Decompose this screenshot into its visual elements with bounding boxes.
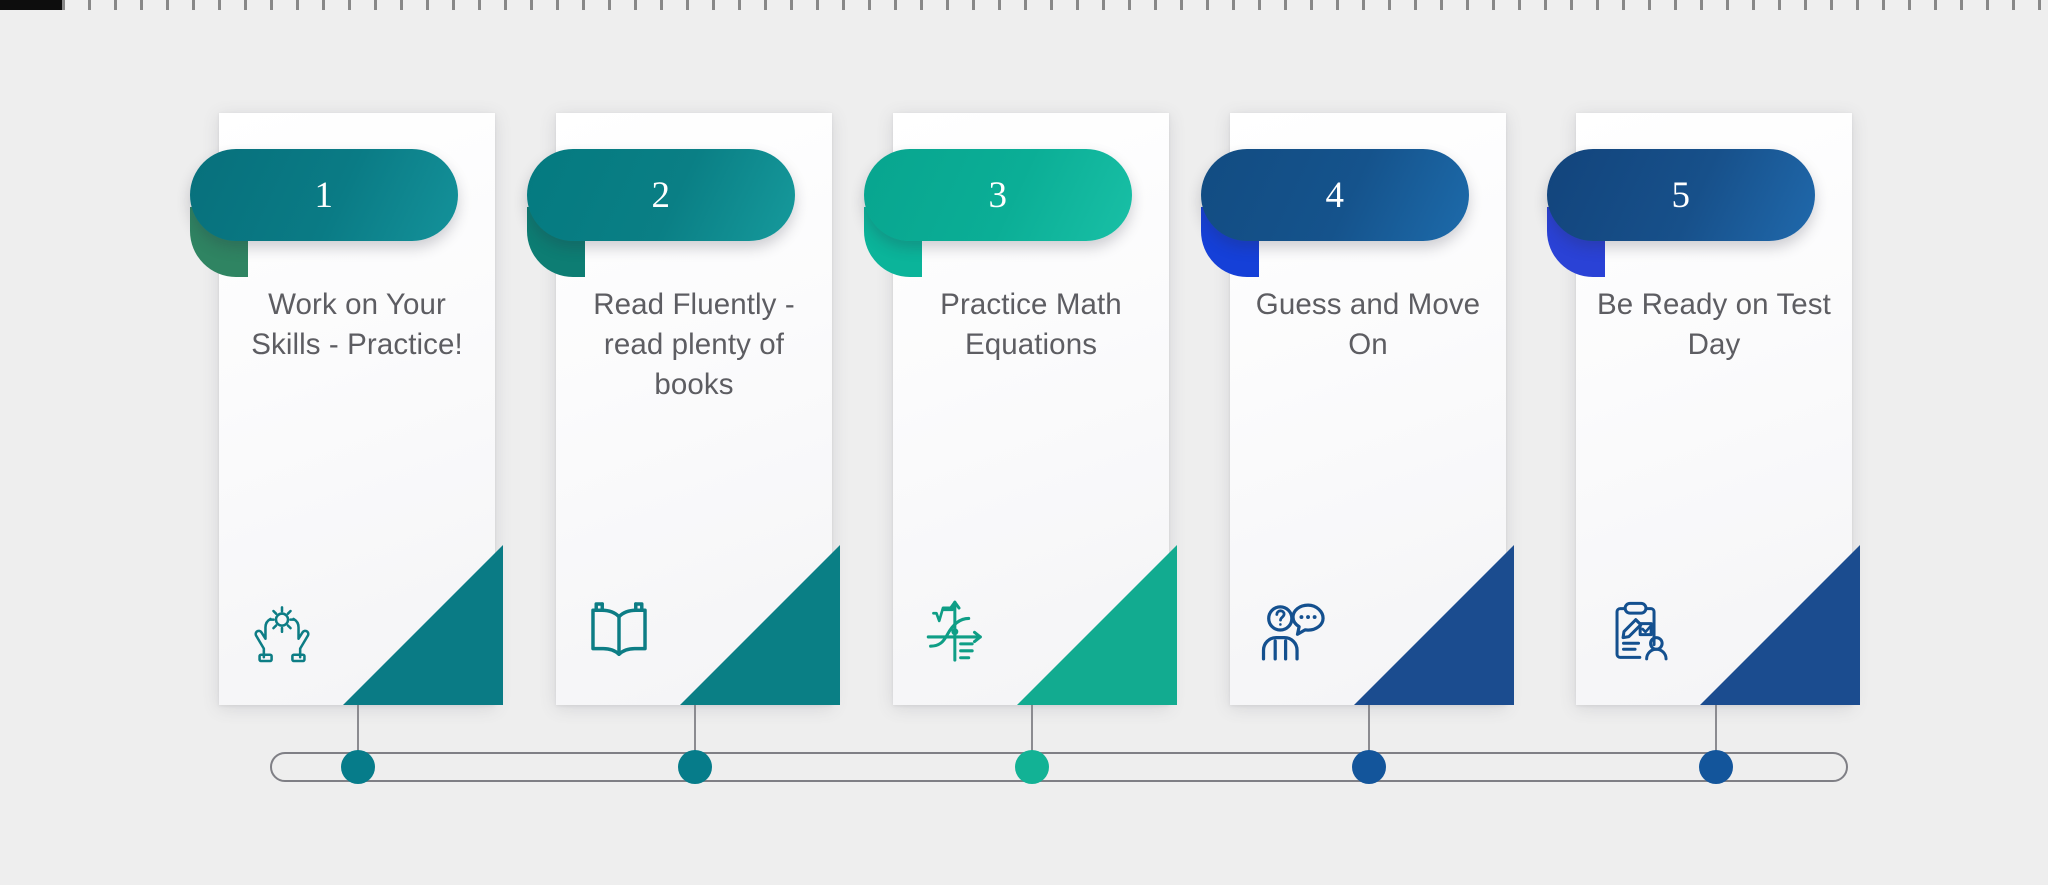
pill-body-4[interactable]: 4 — [1201, 149, 1469, 241]
step-card-1[interactable]: Work on Your Skills - Practice! 1 — [190, 113, 495, 705]
step-title-5: Be Ready on Test Day — [1597, 288, 1831, 361]
step-number-pill-4[interactable]: 4 — [1201, 149, 1469, 277]
step-number-label-5: 5 — [1671, 174, 1691, 216]
step-title-1: Work on Your Skills - Practice! — [251, 288, 463, 361]
pill-body-1[interactable]: 1 — [190, 149, 458, 241]
infographic-canvas: Work on Your Skills - Practice! 1 Read F… — [0, 0, 2048, 885]
timeline-dot-1[interactable] — [341, 750, 375, 784]
timeline-dot-2[interactable] — [678, 750, 712, 784]
step-card-5[interactable]: Be Ready on Test Day 5 — [1547, 113, 1852, 705]
timeline-dot-5[interactable] — [1699, 750, 1733, 784]
math-graph-sqrt-icon — [919, 593, 993, 667]
step-card-2[interactable]: Read Fluently - read plenty of books 2 — [527, 113, 832, 705]
step-title-3: Practice Math Equations — [940, 288, 1122, 361]
step-title-4: Guess and Move On — [1255, 288, 1481, 361]
timeline-dot-3[interactable] — [1015, 750, 1049, 784]
step-title-2: Read Fluently - read plenty of books — [593, 288, 795, 401]
step-number-label-4: 4 — [1325, 174, 1345, 216]
step-card-4[interactable]: Guess and Move On 4 — [1201, 113, 1506, 705]
pill-body-5[interactable]: 5 — [1547, 149, 1815, 241]
step-number-pill-3[interactable]: 3 — [864, 149, 1132, 277]
step-number-label-3: 3 — [988, 174, 1008, 216]
clipboard-checklist-person-icon — [1602, 593, 1676, 667]
step-number-label-2: 2 — [651, 174, 671, 216]
step-number-pill-2[interactable]: 2 — [527, 149, 795, 277]
step-number-pill-1[interactable]: 1 — [190, 149, 458, 277]
step-number-pill-5[interactable]: 5 — [1547, 149, 1815, 277]
person-question-speech-bubble-icon — [1256, 593, 1330, 667]
hands-holding-gear-icon — [245, 593, 319, 667]
pill-body-2[interactable]: 2 — [527, 149, 795, 241]
step-card-3[interactable]: Practice Math Equations 3 — [864, 113, 1169, 705]
pill-body-3[interactable]: 3 — [864, 149, 1132, 241]
timeline-track — [270, 752, 1848, 782]
open-book-icon — [582, 593, 656, 667]
timeline-dot-4[interactable] — [1352, 750, 1386, 784]
step-number-label-1: 1 — [314, 174, 334, 216]
